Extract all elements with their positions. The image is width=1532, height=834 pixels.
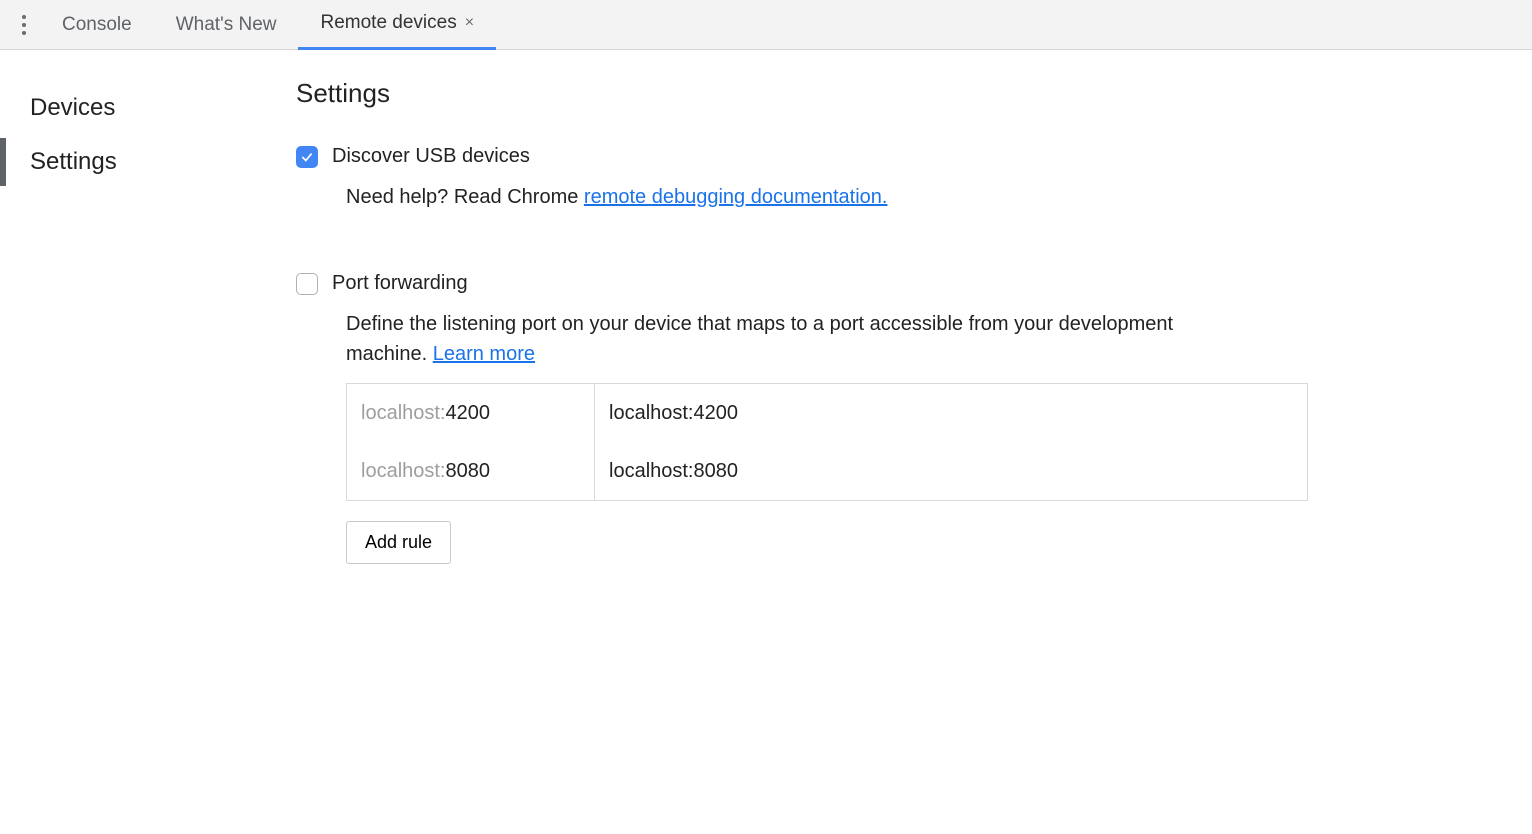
local-address: localhost:4200 bbox=[609, 402, 738, 425]
tab-label: What's New bbox=[176, 0, 277, 50]
tab-remote-devices[interactable]: Remote devices × bbox=[298, 0, 496, 50]
discover-usb-row: Discover USB devices bbox=[296, 145, 1330, 168]
device-port: 8080 bbox=[446, 460, 491, 483]
more-options-icon[interactable] bbox=[8, 9, 40, 41]
learn-more-link[interactable]: Learn more bbox=[433, 343, 535, 365]
tab-console[interactable]: Console bbox=[40, 0, 154, 50]
port-forwarding-label: Port forwarding bbox=[332, 272, 468, 295]
port-forwarding-row: Port forwarding bbox=[296, 272, 1330, 295]
discover-usb-checkbox[interactable] bbox=[296, 146, 318, 168]
port-forwarding-rules-table: localhost:4200 localhost:4200 localhost:… bbox=[346, 383, 1308, 501]
tab-whats-new[interactable]: What's New bbox=[154, 0, 299, 50]
local-address-cell[interactable]: localhost:4200 bbox=[595, 384, 1307, 442]
port-forwarding-description: Define the listening port on your device… bbox=[346, 309, 1226, 369]
main-panel: Settings Discover USB devices Need help?… bbox=[270, 50, 1370, 564]
device-port: 4200 bbox=[446, 402, 491, 425]
table-row[interactable]: localhost:8080 localhost:8080 bbox=[347, 442, 1307, 500]
tab-label: Remote devices bbox=[320, 0, 456, 48]
device-port-cell[interactable]: localhost:8080 bbox=[347, 442, 595, 500]
table-row[interactable]: localhost:4200 localhost:4200 bbox=[347, 384, 1307, 442]
local-address-cell[interactable]: localhost:8080 bbox=[595, 442, 1307, 500]
checkmark-icon bbox=[300, 150, 314, 164]
discover-help-text: Need help? Read Chrome remote debugging … bbox=[346, 182, 1330, 212]
remote-debugging-doc-link[interactable]: remote debugging documentation. bbox=[584, 186, 888, 208]
sidebar-item-devices[interactable]: Devices bbox=[0, 84, 270, 132]
host-prefix: localhost: bbox=[361, 460, 446, 483]
tab-label: Console bbox=[62, 0, 132, 50]
port-forwarding-checkbox[interactable] bbox=[296, 273, 318, 295]
page-title: Settings bbox=[296, 78, 1330, 109]
add-rule-button[interactable]: Add rule bbox=[346, 521, 451, 564]
sidebar: Devices Settings bbox=[0, 50, 270, 192]
discover-usb-label: Discover USB devices bbox=[332, 145, 530, 168]
close-icon[interactable]: × bbox=[465, 0, 474, 48]
help-prefix: Need help? Read Chrome bbox=[346, 186, 584, 208]
local-address: localhost:8080 bbox=[609, 460, 738, 483]
device-port-cell[interactable]: localhost:4200 bbox=[347, 384, 595, 442]
drawer-tabbar: Console What's New Remote devices × bbox=[0, 0, 1532, 50]
host-prefix: localhost: bbox=[361, 402, 446, 425]
sidebar-item-settings[interactable]: Settings bbox=[0, 138, 270, 186]
content-columns: Devices Settings Settings Discover USB d… bbox=[0, 50, 1532, 564]
